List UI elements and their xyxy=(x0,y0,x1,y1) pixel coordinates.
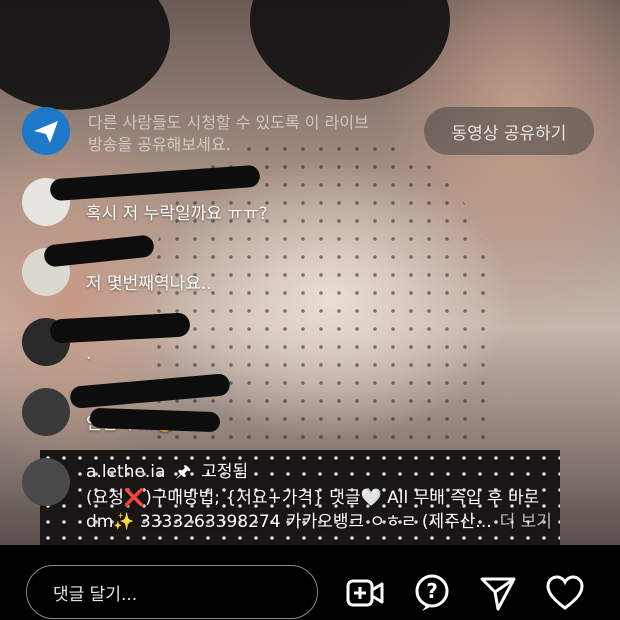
avatar xyxy=(22,388,70,436)
hair-shape xyxy=(250,0,450,100)
share-video-button[interactable]: 동영상 공유하기 xyxy=(424,107,594,155)
pin-icon: 🖈 xyxy=(175,462,192,482)
pinned-body: a.lethe.ia 🖈 고정됨 (요청❌)구매방법; {저요+가격} 댓글🤍 … xyxy=(86,458,606,534)
question-icon[interactable]: ? xyxy=(412,573,452,613)
pinned-username[interactable]: a.lethe.ia xyxy=(86,460,165,484)
heart-icon[interactable] xyxy=(545,573,585,613)
video-add-icon[interactable] xyxy=(345,573,385,613)
pinned-comment: a.lethe.ia 🖈 고정됨 (요청❌)구매방법; {저요+가격} 댓글🤍 … xyxy=(22,458,606,534)
share-prompt: 다른 사람들도 시청할 수 있도록 이 라이브 방송을 공유해보세요. xyxy=(88,112,418,156)
pinned-line2: dm✨ 3333263398274 카카오뱅크 ㅇㅎㄹ (제주산... xyxy=(86,512,492,532)
pinned-label: 고정됨 xyxy=(201,462,249,482)
comment-placeholder: 댓글 달기... xyxy=(53,584,138,605)
avatar xyxy=(22,458,70,506)
pinned-line1: (요청❌)구매방법; {저요+가격} 댓글🤍 All 무배 즉입 후 바로 xyxy=(86,488,540,508)
comment-input[interactable]: 댓글 달기... xyxy=(26,565,318,619)
share-icon xyxy=(22,107,70,155)
share-prompt-line2: 방송을 공유해보세요. xyxy=(88,135,231,154)
share-prompt-line1: 다른 사람들도 시청할 수 있도록 이 라이브 xyxy=(88,113,369,132)
bottom-bar: 댓글 달기... ? xyxy=(0,545,620,620)
send-icon[interactable] xyxy=(478,573,518,613)
more-link[interactable]: 더 보기 xyxy=(500,510,552,534)
svg-text:?: ? xyxy=(426,579,438,603)
hair-shape xyxy=(0,0,170,110)
